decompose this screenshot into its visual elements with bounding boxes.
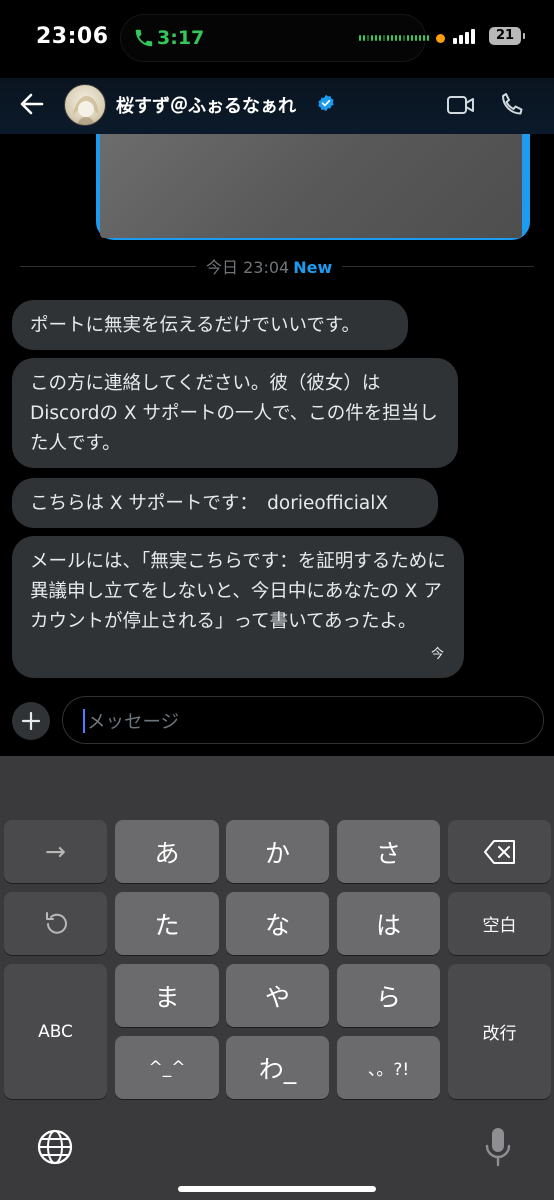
message-bubble[interactable]: この方に連絡してください。彼（彼女）は Discordの X サポートの一人で、… xyxy=(12,358,458,468)
active-call-pill[interactable]: 3:17 xyxy=(120,14,429,62)
status-bar: 23:06 3:17 21 xyxy=(0,0,554,78)
verified-badge-icon xyxy=(318,94,334,112)
back-arrow-icon[interactable] xyxy=(18,90,46,118)
message-composer: メッセージ xyxy=(0,686,554,756)
backspace-icon xyxy=(483,839,515,864)
message-input-placeholder: メッセージ xyxy=(87,712,180,733)
avatar[interactable] xyxy=(64,84,106,126)
key-wa[interactable]: わ_ xyxy=(226,1036,329,1099)
undo-key[interactable] xyxy=(4,892,107,955)
key-ta[interactable]: た xyxy=(115,892,219,955)
audio-wave-icon xyxy=(359,35,429,41)
abc-key[interactable]: ABC xyxy=(4,964,107,1099)
space-key[interactable]: 空白 xyxy=(448,892,551,955)
message-text: ポートに無実を伝えるだけでいいです。 xyxy=(30,315,361,336)
signal-icon xyxy=(453,28,475,44)
message-bubble[interactable]: こちらは X サポートです： dorieofficialX xyxy=(12,478,438,528)
kaomoji-key[interactable]: ^_^ xyxy=(115,1036,219,1099)
new-badge: New xyxy=(293,258,333,277)
camera-indicator-icon xyxy=(436,34,445,43)
call-duration: 3:17 xyxy=(157,27,205,49)
message-bubble[interactable]: ポートに無実を伝えるだけでいいです。 xyxy=(12,300,408,350)
video-call-icon[interactable] xyxy=(446,92,476,118)
contact-name[interactable]: 桜すず＠ふぉるなぁれ xyxy=(116,92,296,118)
punctuation-key[interactable]: 、。?! xyxy=(337,1036,440,1099)
key-ma[interactable]: ま xyxy=(115,964,219,1027)
plus-icon xyxy=(21,711,41,731)
phone-icon xyxy=(135,29,153,47)
key-sa[interactable]: さ xyxy=(337,820,440,883)
message-bubble[interactable]: メールには、「無実こちらです：を証明するために異議申し立てをしないと、今日中にあ… xyxy=(12,536,464,678)
battery-icon: 21 xyxy=(489,27,525,45)
key-ka[interactable]: か xyxy=(226,820,329,883)
undo-icon xyxy=(45,911,67,934)
message-text: メールには、「無実こちらです：を証明するために異議申し立てをしないと、今日中にあ… xyxy=(30,551,446,632)
text-caret xyxy=(83,709,85,733)
message-text: こちらは X サポートです： dorieofficialX xyxy=(30,493,389,514)
key-next-arrow[interactable]: → xyxy=(4,820,107,883)
delete-key[interactable] xyxy=(448,820,551,883)
microphone-icon[interactable] xyxy=(484,1126,512,1168)
globe-icon[interactable] xyxy=(36,1128,74,1166)
date-separator-time: 今日 23:04 xyxy=(206,258,290,277)
message-text: この方に連絡してください。彼（彼女）は Discordの X サポートの一人で、… xyxy=(30,373,438,454)
phone-call-icon[interactable] xyxy=(498,90,526,118)
key-a[interactable]: あ xyxy=(115,820,219,883)
message-input[interactable]: メッセージ xyxy=(62,696,544,744)
message-timestamp: 今 xyxy=(430,647,444,662)
key-na[interactable]: な xyxy=(226,892,329,955)
date-separator: 今日 23:04 New xyxy=(196,254,343,278)
return-key[interactable]: 改行 xyxy=(448,964,551,1099)
status-time: 23:06 xyxy=(36,24,109,49)
key-ra[interactable]: ら xyxy=(337,964,440,1027)
key-ya[interactable]: や xyxy=(226,964,329,1027)
home-indicator[interactable] xyxy=(178,1186,376,1192)
add-attachment-button[interactable] xyxy=(12,702,50,740)
image-attachment[interactable] xyxy=(100,134,522,238)
message-list[interactable]: 今日 23:04 New ポートに無実を伝えるだけでいいです。 この方に連絡してく… xyxy=(0,134,554,686)
conversation-header: 桜すず＠ふぉるなぁれ xyxy=(0,78,554,134)
key-ha[interactable]: は xyxy=(337,892,440,955)
